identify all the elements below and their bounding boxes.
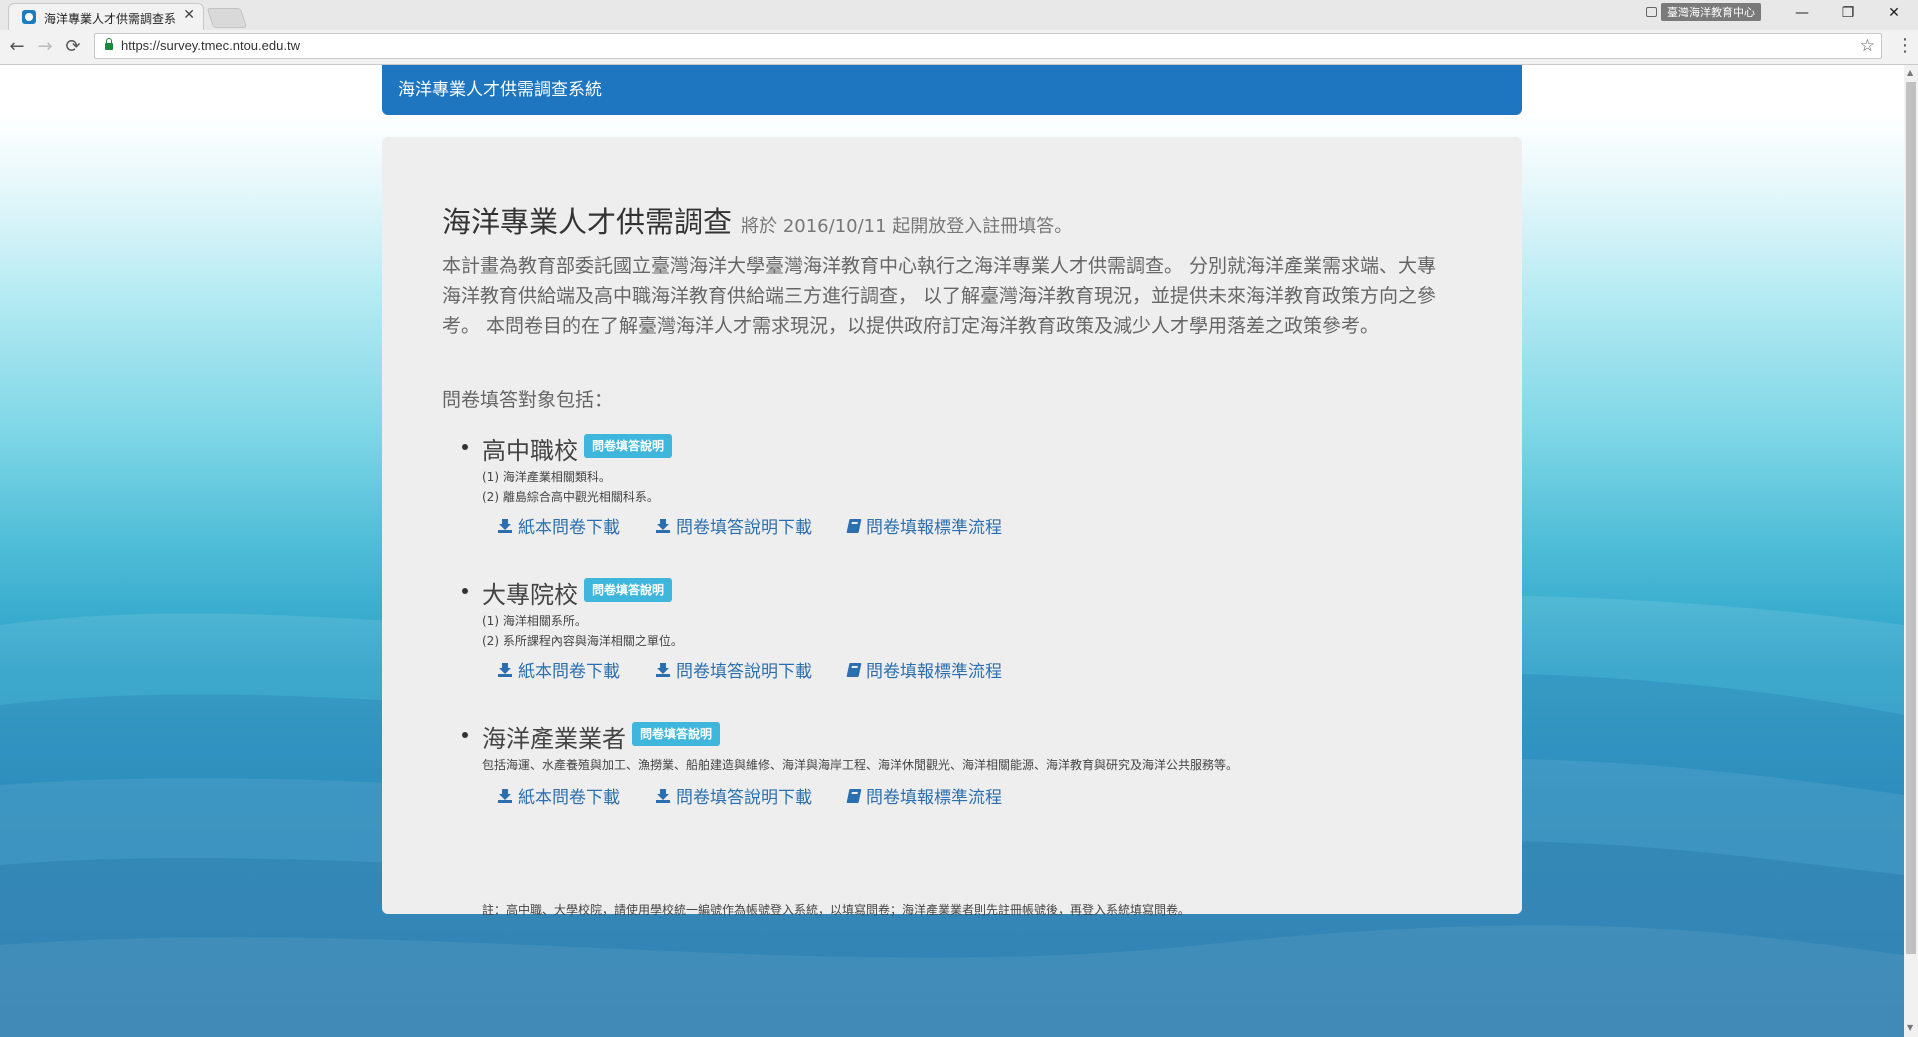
- instructions-download-link[interactable]: 問卷填答說明下載: [656, 657, 812, 682]
- download-icon: [656, 788, 670, 803]
- restore-button[interactable]: ❐: [1828, 2, 1868, 24]
- book-icon: [846, 518, 862, 533]
- window-close-button[interactable]: ✕: [1874, 2, 1914, 24]
- desc-line: (2) 離島綜合高中觀光相關科系。: [482, 490, 659, 504]
- profile-name: 臺灣海洋教育中心: [1661, 3, 1761, 21]
- download-icon: [656, 518, 670, 533]
- tab-close-icon[interactable]: ✕: [183, 7, 195, 23]
- scrollbar-thumb[interactable]: [1906, 82, 1916, 954]
- open-date-text: 將於 2016/10/11 起開放登入註冊填答。: [741, 216, 1073, 237]
- bullet-icon: [462, 732, 468, 738]
- forward-icon[interactable]: →: [34, 36, 56, 57]
- browser-tab[interactable]: 海洋專業人才供需調查系 ✕: [8, 3, 204, 30]
- content-card: 海洋專業人才供需調查 將於 2016/10/11 起開放登入註冊填答。 本計畫為…: [382, 137, 1522, 917]
- desc-line: (1) 海洋產業相關類科。: [482, 470, 611, 484]
- bookmark-star-icon[interactable]: ☆: [1860, 36, 1875, 56]
- back-icon[interactable]: ←: [6, 36, 28, 57]
- book-icon: [846, 788, 862, 803]
- download-icon: [498, 662, 512, 677]
- standard-process-link[interactable]: 問卷填報標準流程: [846, 657, 1002, 682]
- vertical-scrollbar[interactable]: ▲ ▼: [1904, 65, 1918, 1037]
- address-bar[interactable]: https://survey.tmec.ntou.edu.tw ☆: [94, 33, 1882, 59]
- scroll-up-icon[interactable]: ▲: [1907, 68, 1913, 77]
- scroll-down-icon[interactable]: ▼: [1907, 1023, 1913, 1032]
- desc-line: (2) 系所課程內容與海洋相關之單位。: [482, 634, 683, 648]
- standard-process-link[interactable]: 問卷填報標準流程: [846, 513, 1002, 538]
- target-description: 包括海運、水產養殖與加工、漁撈業、船舶建造與維修、海洋與海岸工程、海洋休閒觀光、…: [482, 755, 1238, 775]
- download-icon: [498, 788, 512, 803]
- download-links: 紙本問卷下載 問卷填答說明下載 問卷填報標準流程: [498, 783, 1002, 808]
- download-icon: [656, 662, 670, 677]
- paper-survey-download-link[interactable]: 紙本問卷下載: [498, 783, 620, 808]
- desc-line: 包括海運、水產養殖與加工、漁撈業、船舶建造與維修、海洋與海岸工程、海洋休閒觀光、…: [482, 758, 1239, 772]
- page-viewport: 海洋專業人才供需調查系統 海洋專業人才供需調查 將於 2016/10/11 起開…: [0, 65, 1904, 1037]
- intro-paragraph: 本計畫為教育部委託國立臺灣海洋大學臺灣海洋教育中心執行之海洋專業人才供需調查。 …: [442, 255, 1437, 337]
- url-text: https://survey.tmec.ntou.edu.tw: [121, 38, 300, 53]
- minimize-button[interactable]: —: [1782, 2, 1822, 24]
- target-title: 大專院校: [482, 581, 578, 609]
- download-links: 紙本問卷下載 問卷填答說明下載 問卷填報標準流程: [498, 513, 1002, 538]
- tab-title: 海洋專業人才供需調查系: [44, 12, 177, 26]
- paper-survey-download-link[interactable]: 紙本問卷下載: [498, 657, 620, 682]
- targets-label: 問卷填答對象包括：: [442, 389, 614, 411]
- profile-icon: [1646, 7, 1657, 17]
- desc-line: (1) 海洋相關系所。: [482, 614, 587, 628]
- target-description: (1) 海洋產業相關類科。 (2) 離島綜合高中觀光相關科系。: [482, 467, 659, 507]
- instructions-download-link[interactable]: 問卷填答說明下載: [656, 513, 812, 538]
- instructions-badge[interactable]: 問卷填答說明: [584, 434, 673, 458]
- bullet-icon: [462, 588, 468, 594]
- lock-icon: [105, 38, 113, 50]
- standard-process-link[interactable]: 問卷填報標準流程: [846, 783, 1002, 808]
- browser-menu-icon[interactable]: ⋮: [1896, 35, 1914, 56]
- new-tab-button[interactable]: [206, 8, 248, 28]
- login-note: 註：高中職、大學校院，請使用學校統一編號作為帳號登入系統，以填寫問卷；海洋產業業…: [482, 903, 1191, 917]
- download-links: 紙本問卷下載 問卷填答說明下載 問卷填報標準流程: [498, 657, 1002, 682]
- target-title: 高中職校: [482, 437, 578, 465]
- download-icon: [498, 518, 512, 533]
- browser-chrome: 海洋專業人才供需調查系 ✕ 臺灣海洋教育中心 — ❐ ✕ ← → ⟳ https…: [0, 0, 1918, 65]
- tab-strip: 海洋專業人才供需調查系 ✕ 臺灣海洋教育中心 — ❐ ✕: [0, 0, 1918, 30]
- bullet-icon: [462, 444, 468, 450]
- instructions-download-link[interactable]: 問卷填答說明下載: [656, 783, 812, 808]
- instructions-badge[interactable]: 問卷填答說明: [632, 722, 721, 746]
- target-title: 海洋產業業者: [482, 725, 626, 753]
- paper-survey-download-link[interactable]: 紙本問卷下載: [498, 513, 620, 538]
- book-icon: [846, 662, 862, 677]
- profile-button[interactable]: 臺灣海洋教育中心: [1646, 3, 1761, 21]
- favicon-icon: [22, 10, 36, 24]
- page-heading: 海洋專業人才供需調查 將於 2016/10/11 起開放登入註冊填答。: [442, 199, 1072, 241]
- target-description: (1) 海洋相關系所。 (2) 系所課程內容與海洋相關之單位。: [482, 611, 683, 651]
- browser-toolbar: ← → ⟳ https://survey.tmec.ntou.edu.tw ☆ …: [0, 30, 1918, 64]
- page-title: 海洋專業人才供需調查: [442, 205, 733, 239]
- reload-icon[interactable]: ⟳: [62, 36, 84, 57]
- instructions-badge[interactable]: 問卷填答說明: [584, 578, 673, 602]
- site-header: 海洋專業人才供需調查系統: [382, 65, 1522, 115]
- site-title[interactable]: 海洋專業人才供需調查系統: [398, 80, 602, 100]
